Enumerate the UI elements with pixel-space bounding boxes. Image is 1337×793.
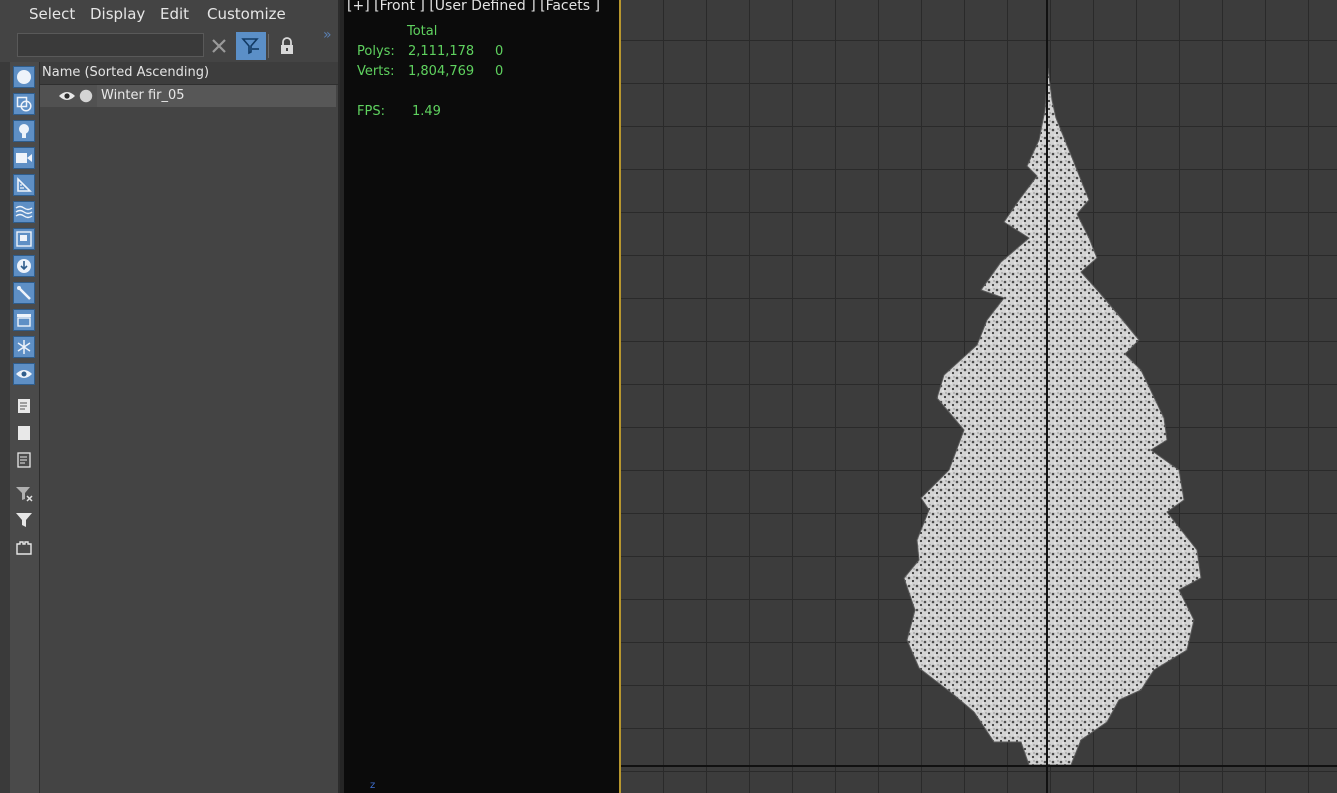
filter-geometry-button[interactable] (13, 66, 35, 88)
layer-explorer-button[interactable] (13, 537, 35, 559)
helpers-icon (17, 177, 32, 192)
filter-icon (16, 513, 32, 527)
menu-customize[interactable]: Customize (207, 5, 286, 23)
filter-groups-button[interactable] (13, 228, 35, 250)
filter-xrefs-button[interactable] (13, 255, 35, 277)
stats-fps-label: FPS: (357, 104, 385, 119)
geometry-icon (17, 70, 31, 84)
filter-cameras-button[interactable] (13, 147, 35, 169)
filter-lights-button[interactable] (13, 120, 35, 142)
stats-total-header: Total (407, 24, 438, 39)
groups-icon (16, 231, 32, 247)
filter-hidden-button[interactable] (13, 363, 35, 385)
menu-bar: Select Display Edit Customize (0, 0, 340, 30)
menu-select[interactable]: Select (29, 5, 75, 23)
menu-display[interactable]: Display (90, 5, 145, 23)
filter-containers-button[interactable] (13, 309, 35, 331)
filter-helpers-button[interactable] (13, 174, 35, 196)
filter-sidebar (10, 62, 40, 793)
stats-polys-label: Polys: (357, 44, 395, 59)
explorer-toolbar: » (0, 27, 340, 62)
winter-fir-tree-model[interactable] (619, 0, 1337, 793)
stats-verts-selected: 0 (495, 64, 504, 79)
close-icon (212, 39, 226, 53)
object-list: Name (Sorted Ascending) Winter fir_05 (40, 62, 338, 793)
left-edge (0, 62, 10, 793)
filter-shapes-button[interactable] (13, 93, 35, 115)
hidden-icon (16, 370, 32, 378)
object-name[interactable]: Winter fir_05 (97, 85, 336, 107)
visibility-eye-icon[interactable] (58, 90, 76, 102)
geometry-type-icon (79, 89, 93, 103)
name-column-header[interactable]: Name (Sorted Ascending) (40, 62, 338, 85)
display-none-icon (18, 426, 30, 440)
funnel-icon (241, 38, 259, 55)
containers-icon (17, 314, 31, 327)
invert-icon (17, 452, 31, 468)
bones-icon (17, 286, 31, 300)
stats-polys-selected: 0 (495, 44, 504, 59)
layers-icon (16, 541, 32, 555)
viewport-label-menu[interactable]: [+] [Front ] [User Defined ] [Facets ] (347, 0, 600, 14)
menu-edit[interactable]: Edit (160, 5, 189, 23)
front-viewport[interactable]: [+] [Front ] [User Defined ] [Facets ] T… (344, 0, 1337, 793)
space-warps-icon (15, 205, 33, 219)
shapes-icon (16, 96, 32, 112)
filter-clear-icon (16, 487, 33, 502)
vertical-axis-line (1046, 0, 1048, 793)
lock-button[interactable] (272, 32, 302, 60)
stats-verts-label: Verts: (357, 64, 395, 79)
filter-button[interactable] (13, 509, 35, 531)
clear-filter-button[interactable] (13, 483, 35, 505)
expand-more-button[interactable]: » (323, 27, 332, 43)
list-item[interactable]: Winter fir_05 (40, 85, 336, 107)
stats-polys-value: 2,111,178 (408, 44, 475, 59)
stats-fps-value: 1.49 (412, 104, 441, 119)
clear-search-button[interactable] (204, 32, 234, 60)
cameras-icon (16, 153, 32, 163)
filter-bones-button[interactable] (13, 282, 35, 304)
filter-frozen-button[interactable] (13, 336, 35, 358)
xrefs-icon (17, 259, 31, 273)
horizontal-axis-line (621, 765, 1337, 767)
invert-display-button[interactable] (13, 449, 35, 471)
search-input[interactable] (17, 33, 204, 57)
active-viewport-border (619, 0, 621, 793)
column-header-label: Name (Sorted Ascending) (42, 65, 210, 80)
filter-spacewarps-button[interactable] (13, 201, 35, 223)
lights-icon (19, 124, 29, 138)
display-none-button[interactable] (13, 422, 35, 444)
axis-gizmo-label: z (370, 780, 376, 791)
lock-icon (281, 37, 293, 54)
filter-toggle-button[interactable] (236, 32, 266, 60)
toolbar-separator (268, 34, 269, 58)
display-all-button[interactable] (13, 395, 35, 417)
frozen-icon (17, 340, 31, 354)
scene-explorer-panel: Select Display Edit Customize » Name (So… (0, 0, 340, 793)
display-all-icon (18, 399, 30, 413)
stats-verts-value: 1,804,769 (408, 64, 475, 79)
